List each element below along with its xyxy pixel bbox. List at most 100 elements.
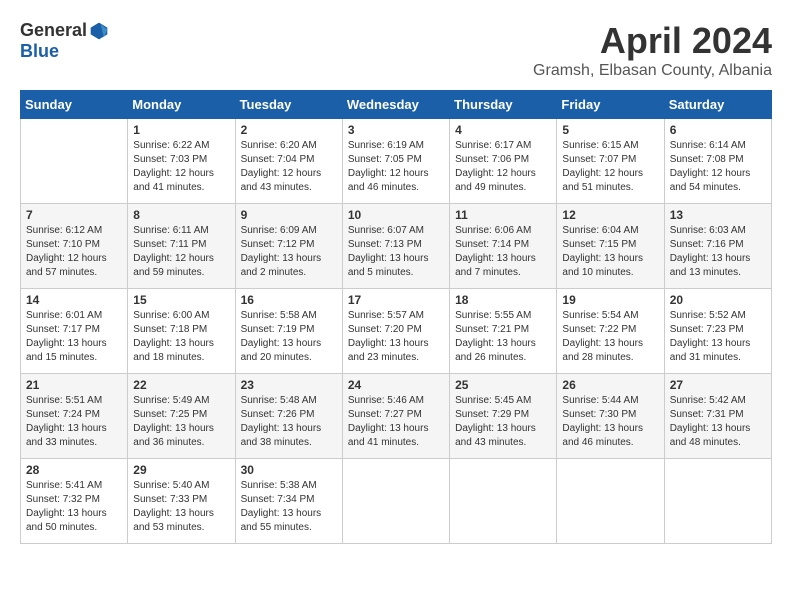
day-info: Sunrise: 5:54 AMSunset: 7:22 PMDaylight:… (562, 309, 658, 365)
logo: General Blue (20, 20, 109, 62)
title-section: April 2024 Gramsh, Elbasan County, Alban… (533, 20, 772, 80)
day-info: Sunrise: 5:52 AMSunset: 7:23 PMDaylight:… (670, 309, 766, 365)
day-number: 22 (133, 378, 229, 392)
day-info: Sunrise: 5:41 AMSunset: 7:32 PMDaylight:… (26, 479, 122, 535)
day-header-sunday: Sunday (21, 91, 128, 119)
day-number: 20 (670, 293, 766, 307)
location-title: Gramsh, Elbasan County, Albania (533, 62, 772, 80)
day-info: Sunrise: 5:42 AMSunset: 7:31 PMDaylight:… (670, 394, 766, 450)
page-container: General Blue April 2024 Gramsh, Elbasan … (20, 20, 772, 544)
week-row-3: 14Sunrise: 6:01 AMSunset: 7:17 PMDayligh… (21, 289, 772, 374)
day-cell: 23 Sunrise: 5:48 AMSunset: 7:26 PMDayligh… (235, 374, 342, 459)
day-cell (21, 119, 128, 204)
day-info: Sunrise: 5:49 AMSunset: 7:25 PMDaylight:… (133, 394, 229, 450)
week-row-4: 21 Sunrise: 5:51 AMSunset: 7:24 PMDayligh… (21, 374, 772, 459)
day-number: 11 (455, 208, 551, 222)
logo-general-text: General (20, 20, 87, 41)
day-cell: 5 Sunrise: 6:15 AMSunset: 7:07 PMDaylight… (557, 119, 664, 204)
day-cell: 19Sunrise: 5:54 AMSunset: 7:22 PMDayligh… (557, 289, 664, 374)
day-info: Sunrise: 5:46 AMSunset: 7:27 PMDaylight:… (348, 394, 444, 450)
day-number: 29 (133, 463, 229, 477)
day-number: 13 (670, 208, 766, 222)
logo-blue-text: Blue (20, 41, 59, 62)
day-cell: 13 Sunrise: 6:03 AMSunset: 7:16 PMDayligh… (664, 204, 771, 289)
day-cell: 17 Sunrise: 5:57 AMSunset: 7:20 PMDayligh… (342, 289, 449, 374)
header: General Blue April 2024 Gramsh, Elbasan … (20, 20, 772, 80)
day-cell (450, 459, 557, 544)
day-header-friday: Friday (557, 91, 664, 119)
day-cell: 25 Sunrise: 5:45 AMSunset: 7:29 PMDayligh… (450, 374, 557, 459)
day-number: 4 (455, 123, 551, 137)
day-number: 28 (26, 463, 122, 477)
day-info: Sunrise: 5:58 AMSunset: 7:19 PMDaylight:… (241, 309, 337, 365)
day-header-thursday: Thursday (450, 91, 557, 119)
day-info: Sunrise: 6:15 AMSunset: 7:07 PMDaylight:… (562, 139, 658, 195)
day-info: Sunrise: 6:03 AMSunset: 7:16 PMDaylight:… (670, 224, 766, 280)
day-cell: 11 Sunrise: 6:06 AMSunset: 7:14 PMDayligh… (450, 204, 557, 289)
week-row-5: 28 Sunrise: 5:41 AMSunset: 7:32 PMDayligh… (21, 459, 772, 544)
day-info: Sunrise: 5:45 AMSunset: 7:29 PMDaylight:… (455, 394, 551, 450)
day-cell: 4 Sunrise: 6:17 AMSunset: 7:06 PMDaylight… (450, 119, 557, 204)
day-cell: 12Sunrise: 6:04 AMSunset: 7:15 PMDayligh… (557, 204, 664, 289)
header-row: SundayMondayTuesdayWednesdayThursdayFrid… (21, 91, 772, 119)
day-cell: 30Sunrise: 5:38 AMSunset: 7:34 PMDayligh… (235, 459, 342, 544)
day-number: 21 (26, 378, 122, 392)
day-number: 2 (241, 123, 337, 137)
day-number: 14 (26, 293, 122, 307)
day-info: Sunrise: 6:11 AMSunset: 7:11 PMDaylight:… (133, 224, 229, 280)
day-number: 5 (562, 123, 658, 137)
day-number: 10 (348, 208, 444, 222)
day-cell: 14Sunrise: 6:01 AMSunset: 7:17 PMDayligh… (21, 289, 128, 374)
day-info: Sunrise: 5:44 AMSunset: 7:30 PMDaylight:… (562, 394, 658, 450)
week-row-2: 7Sunrise: 6:12 AMSunset: 7:10 PMDaylight… (21, 204, 772, 289)
day-number: 9 (241, 208, 337, 222)
day-info: Sunrise: 6:17 AMSunset: 7:06 PMDaylight:… (455, 139, 551, 195)
day-info: Sunrise: 6:12 AMSunset: 7:10 PMDaylight:… (26, 224, 122, 280)
day-number: 3 (348, 123, 444, 137)
day-cell (557, 459, 664, 544)
day-cell: 20 Sunrise: 5:52 AMSunset: 7:23 PMDayligh… (664, 289, 771, 374)
day-cell: 1Sunrise: 6:22 AMSunset: 7:03 PMDaylight… (128, 119, 235, 204)
day-number: 18 (455, 293, 551, 307)
day-number: 17 (348, 293, 444, 307)
day-info: Sunrise: 6:06 AMSunset: 7:14 PMDaylight:… (455, 224, 551, 280)
day-cell (342, 459, 449, 544)
day-info: Sunrise: 5:40 AMSunset: 7:33 PMDaylight:… (133, 479, 229, 535)
week-row-1: 1Sunrise: 6:22 AMSunset: 7:03 PMDaylight… (21, 119, 772, 204)
day-cell (664, 459, 771, 544)
day-header-wednesday: Wednesday (342, 91, 449, 119)
day-cell: 3Sunrise: 6:19 AMSunset: 7:05 PMDaylight… (342, 119, 449, 204)
day-info: Sunrise: 5:57 AMSunset: 7:20 PMDaylight:… (348, 309, 444, 365)
day-cell: 26Sunrise: 5:44 AMSunset: 7:30 PMDayligh… (557, 374, 664, 459)
day-number: 15 (133, 293, 229, 307)
day-info: Sunrise: 6:20 AMSunset: 7:04 PMDaylight:… (241, 139, 337, 195)
calendar-table: SundayMondayTuesdayWednesdayThursdayFrid… (20, 90, 772, 544)
day-number: 23 (241, 378, 337, 392)
day-info: Sunrise: 6:04 AMSunset: 7:15 PMDaylight:… (562, 224, 658, 280)
day-info: Sunrise: 6:22 AMSunset: 7:03 PMDaylight:… (133, 139, 229, 195)
day-cell: 21 Sunrise: 5:51 AMSunset: 7:24 PMDayligh… (21, 374, 128, 459)
day-number: 27 (670, 378, 766, 392)
logo-icon (89, 21, 109, 41)
day-number: 6 (670, 123, 766, 137)
day-header-tuesday: Tuesday (235, 91, 342, 119)
day-number: 16 (241, 293, 337, 307)
day-cell: 15 Sunrise: 6:00 AMSunset: 7:18 PMDayligh… (128, 289, 235, 374)
day-info: Sunrise: 5:51 AMSunset: 7:24 PMDaylight:… (26, 394, 122, 450)
day-cell: 9Sunrise: 6:09 AMSunset: 7:12 PMDaylight… (235, 204, 342, 289)
day-number: 25 (455, 378, 551, 392)
day-info: Sunrise: 6:00 AMSunset: 7:18 PMDaylight:… (133, 309, 229, 365)
day-number: 8 (133, 208, 229, 222)
day-info: Sunrise: 5:48 AMSunset: 7:26 PMDaylight:… (241, 394, 337, 450)
day-cell: 2 Sunrise: 6:20 AMSunset: 7:04 PMDaylight… (235, 119, 342, 204)
day-header-saturday: Saturday (664, 91, 771, 119)
day-info: Sunrise: 6:07 AMSunset: 7:13 PMDaylight:… (348, 224, 444, 280)
day-cell: 6Sunrise: 6:14 AMSunset: 7:08 PMDaylight… (664, 119, 771, 204)
day-cell: 28 Sunrise: 5:41 AMSunset: 7:32 PMDayligh… (21, 459, 128, 544)
day-cell: 8 Sunrise: 6:11 AMSunset: 7:11 PMDaylight… (128, 204, 235, 289)
day-cell: 22 Sunrise: 5:49 AMSunset: 7:25 PMDayligh… (128, 374, 235, 459)
day-cell: 18 Sunrise: 5:55 AMSunset: 7:21 PMDayligh… (450, 289, 557, 374)
day-info: Sunrise: 5:55 AMSunset: 7:21 PMDaylight:… (455, 309, 551, 365)
day-cell: 7Sunrise: 6:12 AMSunset: 7:10 PMDaylight… (21, 204, 128, 289)
day-header-monday: Monday (128, 91, 235, 119)
